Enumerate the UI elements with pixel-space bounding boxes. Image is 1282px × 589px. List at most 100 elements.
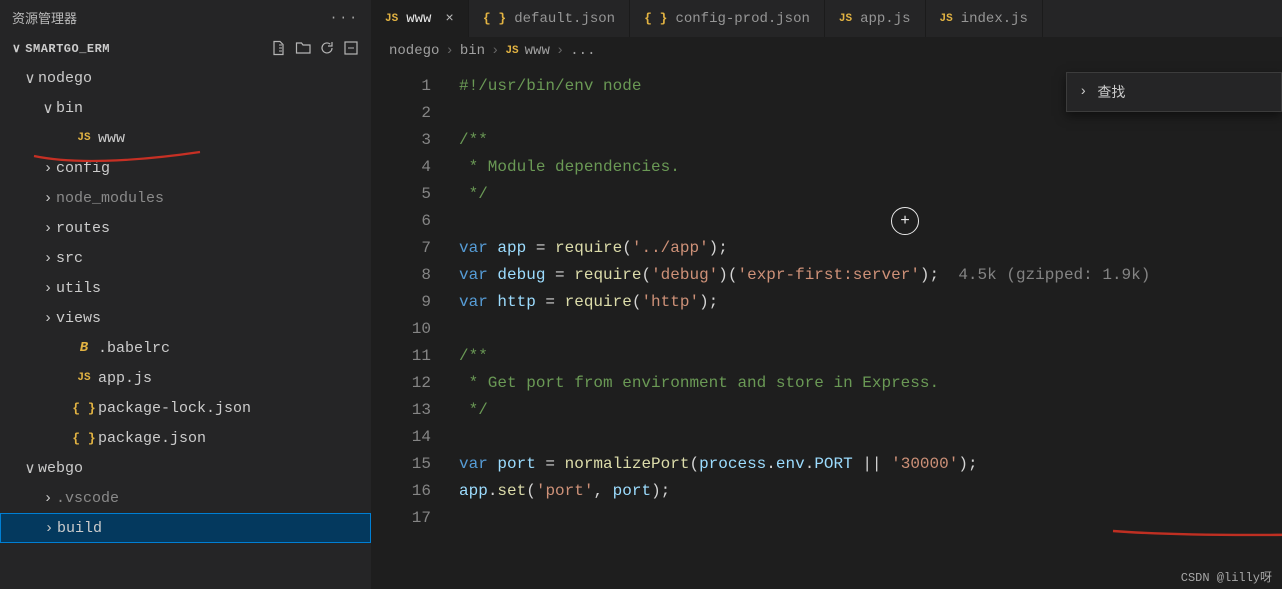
chevron-icon: ∨: [22, 69, 38, 88]
js-icon: JS: [74, 132, 94, 144]
project-row[interactable]: ∨SMARTGO_ERM: [0, 35, 371, 61]
chevron-icon: ›: [40, 160, 56, 177]
line-number: 9: [371, 289, 431, 316]
editor-area: JS www × { } default.json { } config-prod.json…: [371, 0, 1282, 589]
plus-circle-annotation: +: [891, 207, 919, 235]
line-gutter: 1234567891011121314151617: [371, 65, 449, 589]
tree-item[interactable]: ›routes: [0, 213, 371, 243]
tree-item[interactable]: ›config: [0, 153, 371, 183]
code-line[interactable]: /**: [459, 127, 1282, 154]
code-line[interactable]: /**: [459, 343, 1282, 370]
tab-label: default.json: [514, 11, 615, 27]
breadcrumb-sep: ›: [445, 43, 453, 59]
tree-label: app.js: [98, 370, 152, 387]
tree-label: config: [56, 160, 110, 177]
chevron-icon: ›: [40, 190, 56, 207]
collapse-icon[interactable]: [343, 40, 359, 56]
code-line[interactable]: #!/usr/bin/env node: [459, 73, 1282, 100]
breadcrumb-item[interactable]: bin: [460, 43, 485, 59]
breadcrumb-item[interactable]: ...: [570, 43, 595, 59]
chevron-icon: ›: [40, 310, 56, 327]
tree-item[interactable]: ∨webgo: [0, 453, 371, 483]
tree-item[interactable]: ∨bin: [0, 93, 371, 123]
chevron-icon: ›: [41, 520, 57, 537]
chevron-icon: ›: [40, 220, 56, 237]
tree-item[interactable]: { }package-lock.json: [0, 393, 371, 423]
code-lines[interactable]: #!/usr/bin/env node /** * Module depende…: [449, 65, 1282, 589]
line-number: 17: [371, 505, 431, 532]
line-number: 7: [371, 235, 431, 262]
tree-label: package.json: [98, 430, 206, 447]
tree-item[interactable]: { } package.json: [0, 423, 371, 453]
code-line[interactable]: [459, 100, 1282, 127]
chevron-icon: ›: [40, 280, 56, 297]
refresh-icon[interactable]: [319, 40, 335, 56]
js-icon: JS: [74, 372, 94, 384]
code-line[interactable]: var http = require('http');: [459, 289, 1282, 316]
explorer-header: 资源管理器 ···: [0, 0, 371, 35]
js-icon: JS: [505, 45, 518, 57]
code-line[interactable]: * Get port from environment and store in…: [459, 370, 1282, 397]
code-line[interactable]: */: [459, 397, 1282, 424]
code-line[interactable]: [459, 424, 1282, 451]
line-number: 8: [371, 262, 431, 289]
explorer-sidebar: 资源管理器 ··· ∨SMARTGO_ERM ∨nodego∨binJSwww›…: [0, 0, 371, 589]
new-folder-icon[interactable]: [295, 40, 311, 56]
code-editor[interactable]: 1234567891011121314151617 #!/usr/bin/env…: [371, 65, 1282, 589]
code-line[interactable]: [459, 316, 1282, 343]
code-line[interactable]: [459, 208, 1282, 235]
tree-label: webgo: [38, 460, 83, 477]
code-line[interactable]: * Module dependencies.: [459, 154, 1282, 181]
tab-label: config-prod.json: [675, 11, 809, 27]
line-number: 2: [371, 100, 431, 127]
code-line[interactable]: var port = normalizePort(process.env.POR…: [459, 451, 1282, 478]
code-line[interactable]: app.set('port', port);: [459, 478, 1282, 505]
code-line[interactable]: [459, 505, 1282, 532]
tree-label: .babelrc: [98, 340, 170, 357]
tree-item[interactable]: ›node_modules: [0, 183, 371, 213]
line-number: 13: [371, 397, 431, 424]
code-line[interactable]: var app = require('../app');: [459, 235, 1282, 262]
breadcrumb-item[interactable]: nodego: [389, 43, 439, 59]
tree-label: www: [98, 130, 125, 147]
json-icon: { }: [74, 431, 94, 446]
tree-item[interactable]: B.babelrc: [0, 333, 371, 363]
tree-item[interactable]: ›build: [0, 513, 371, 543]
js-icon: JS: [385, 13, 398, 25]
tree-item[interactable]: ›utils: [0, 273, 371, 303]
chevron-icon: ›: [40, 490, 56, 507]
tree-label: nodego: [38, 70, 92, 87]
tree-item[interactable]: ›.vscode: [0, 483, 371, 513]
new-file-icon[interactable]: [271, 40, 287, 56]
editor-tab[interactable]: JSapp.js: [825, 0, 926, 37]
json-icon: { }: [483, 11, 506, 26]
tree-item[interactable]: JS www: [0, 123, 371, 153]
tree-label: routes: [56, 220, 110, 237]
explorer-more-icon[interactable]: ···: [330, 10, 359, 25]
line-number: 10: [371, 316, 431, 343]
editor-tab[interactable]: JSindex.js: [926, 0, 1043, 37]
tree-item[interactable]: ∨nodego: [0, 63, 371, 93]
project-name: ∨SMARTGO_ERM: [12, 41, 110, 56]
tree-label: views: [56, 310, 101, 327]
editor-tab[interactable]: JS www ×: [371, 0, 469, 37]
close-icon[interactable]: ×: [445, 11, 453, 27]
tree-label: node_modules: [56, 190, 164, 207]
tab-label: www: [406, 11, 431, 27]
file-tree[interactable]: ∨nodego∨binJSwww›config›node_modules›rou…: [0, 61, 371, 589]
line-number: 12: [371, 370, 431, 397]
tree-item[interactable]: ›src: [0, 243, 371, 273]
breadcrumb-sep: ›: [491, 43, 499, 59]
editor-tab[interactable]: { } default.json: [469, 0, 630, 37]
line-number: 4: [371, 154, 431, 181]
line-number: 6: [371, 208, 431, 235]
breadcrumb-item[interactable]: www: [525, 43, 550, 59]
code-line[interactable]: */: [459, 181, 1282, 208]
json-icon: { }: [644, 11, 667, 26]
breadcrumbs[interactable]: nodego›bin›JSwww›...: [371, 37, 1282, 65]
tree-item[interactable]: JS app.js: [0, 363, 371, 393]
editor-tab[interactable]: { } config-prod.json: [630, 0, 825, 37]
babel-icon: B: [74, 340, 94, 356]
code-line[interactable]: var debug = require('debug')('expr-first…: [459, 262, 1282, 289]
tree-item[interactable]: ›views: [0, 303, 371, 333]
